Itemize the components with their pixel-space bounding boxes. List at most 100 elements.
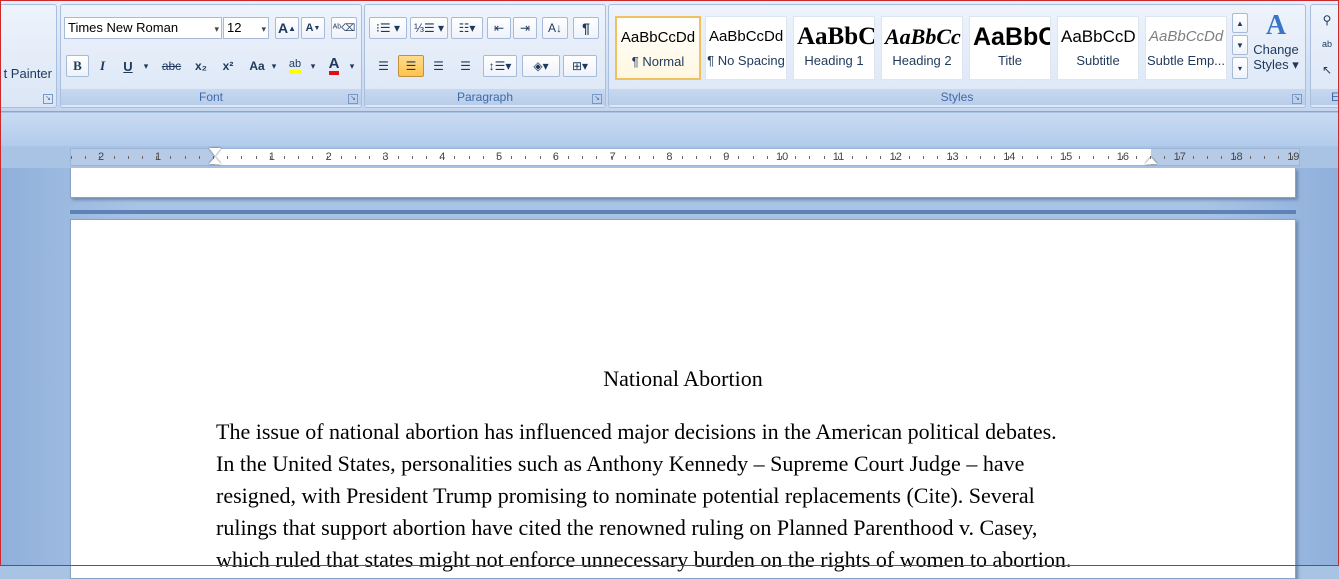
ruler-tick (653, 156, 655, 159)
justify-button[interactable]: ☰ (453, 55, 478, 77)
styles-more[interactable]: ▾ (1232, 57, 1248, 79)
styles-scroll-down[interactable]: ▼ (1232, 35, 1248, 55)
body-line[interactable]: The issue of national abortion has influ… (216, 416, 1166, 448)
body-line[interactable]: which ruled that states might not enforc… (216, 544, 1166, 576)
style-subtle-emphasis[interactable]: AaBbCcDd Subtle Emp... (1145, 16, 1227, 80)
chevron-down-icon[interactable]: ▾ (214, 19, 219, 39)
ruler-tick (127, 156, 129, 159)
align-right-button[interactable]: ☰ (426, 55, 451, 77)
font-group-label: Font (61, 89, 361, 105)
strikethrough-button[interactable]: abc (158, 55, 185, 77)
styles-dialog-launcher[interactable]: ↘ (1292, 94, 1302, 104)
style-heading-1[interactable]: AaBbC Heading 1 (793, 16, 875, 80)
horizontal-ruler[interactable]: 2 1 12345678910111213141516171819 (70, 148, 1300, 166)
paragraph-group-label: Paragraph (365, 89, 605, 105)
styles-scroll-up[interactable]: ▲ (1232, 13, 1248, 33)
ruler-tick (766, 156, 768, 159)
increase-indent-button[interactable]: ⇥ (513, 17, 537, 39)
chevron-down-icon[interactable]: ▾ (261, 19, 266, 39)
ruler-tick (1249, 156, 1251, 159)
italic-button[interactable]: I (91, 55, 114, 77)
style-sample: AaBbCc (885, 24, 961, 49)
ruler-number: 10 (776, 151, 789, 163)
clipboard-dialog-launcher[interactable]: ↘ (43, 94, 53, 104)
shading-button[interactable]: ◈▾ (522, 55, 560, 77)
align-center-button[interactable]: ☰ (398, 55, 424, 77)
first-line-indent-marker[interactable] (209, 148, 221, 156)
change-styles-label-1: Change (1253, 42, 1299, 57)
clipboard-group: t Painter ↘ (0, 4, 57, 108)
font-group: Times New Roman ▾ 12 ▾ A ▲ A ▼ ᴬᵇ⌫ B I U ▾… (60, 4, 362, 108)
ruler-tick (326, 156, 328, 159)
ruler-tick (284, 156, 285, 159)
style-normal[interactable]: AaBbCcDd ¶ Normal (615, 16, 701, 80)
style-name: Heading 2 (892, 53, 952, 68)
body-line[interactable]: resigned, with President Trump promising… (216, 480, 1166, 512)
superscript-button[interactable]: x² (216, 55, 240, 77)
borders-icon: ⊞▾ (571, 59, 589, 73)
style-subtitle[interactable]: AaBbCcD Subtitle (1057, 16, 1139, 80)
font-dialog-launcher[interactable]: ↘ (348, 94, 358, 104)
select-button[interactable]: ↖ (1315, 59, 1339, 81)
style-no-spacing[interactable]: AaBbCcDd ¶ No Spacing (705, 16, 787, 80)
document-body[interactable]: The issue of national abortion has influ… (216, 416, 1166, 576)
font-color-dropdown[interactable]: ▾ (347, 55, 357, 77)
style-sample: AaBbCcD (1061, 27, 1136, 46)
grow-font-button[interactable]: A ▲ (275, 17, 299, 39)
body-line[interactable]: In the United States, personalities such… (216, 448, 1166, 480)
underline-button[interactable]: U (117, 55, 139, 77)
highlight-dropdown[interactable]: ▾ (308, 55, 318, 77)
ruler-tick (1121, 156, 1123, 159)
format-painter-button[interactable]: t Painter (1, 62, 53, 84)
ruler-tick (227, 156, 229, 159)
ruler-tick (1065, 156, 1066, 159)
bold-button[interactable]: B (66, 55, 89, 77)
replace-button[interactable]: ab (1315, 33, 1339, 55)
ruler-tick (85, 156, 87, 159)
subscript-button[interactable]: x₂ (189, 55, 213, 77)
sort-icon: A↓ (547, 21, 562, 35)
ruler-tick (596, 156, 598, 159)
ruler-tick (667, 156, 669, 159)
style-title[interactable]: AaBbC Title (969, 16, 1051, 80)
find-button[interactable]: ⚲ (1315, 9, 1339, 31)
font-name-value: Times New Roman (68, 20, 179, 35)
hanging-indent-marker[interactable] (209, 157, 221, 164)
font-name-combo[interactable]: Times New Roman ▾ (64, 17, 222, 39)
underline-dropdown[interactable]: ▾ (141, 55, 151, 77)
change-styles-button[interactable]: A Change Styles ▾ (1251, 9, 1301, 91)
document-title[interactable]: National Abortion (71, 366, 1295, 392)
align-left-button[interactable]: ☰ (371, 55, 396, 77)
highlight-button[interactable]: ab (282, 55, 308, 77)
change-case-dropdown[interactable]: ▾ (269, 55, 279, 77)
show-marks-button[interactable]: ¶ (573, 17, 599, 39)
style-name: Subtitle (1076, 53, 1120, 68)
style-sample: AaBbCcDd (620, 29, 696, 46)
style-sample: AaBbCcDd (1149, 28, 1224, 45)
numbering-button[interactable]: ⅓☰ ▾ (410, 17, 448, 39)
shrink-font-button[interactable]: A ▼ (301, 17, 325, 39)
font-color-button[interactable]: A (321, 55, 347, 77)
ruler-tick (937, 156, 939, 159)
font-size-combo[interactable]: 12 ▾ (223, 17, 269, 39)
ruler-number: 12 (889, 151, 902, 163)
style-heading-2[interactable]: AaBbCc Heading 2 (881, 16, 963, 80)
clear-formatting-button[interactable]: ᴬᵇ⌫ (331, 17, 357, 39)
ruler-tick (454, 156, 456, 159)
line-spacing-button[interactable]: ↕☰▾ (483, 55, 517, 77)
borders-button[interactable]: ⊞▾ (563, 55, 597, 77)
decrease-indent-button[interactable]: ⇤ (487, 17, 511, 39)
bullets-button[interactable]: ⁝☰ ▾ (369, 17, 407, 39)
sort-button[interactable]: A↓ (542, 17, 568, 39)
multilevel-list-button[interactable]: ☷▾ (451, 17, 483, 39)
ribbon: t Painter ↘ Times New Roman ▾ 12 ▾ A ▲ A ▼… (0, 0, 1339, 112)
body-line[interactable]: rulings that support abortion have cited… (216, 512, 1166, 544)
document-page[interactable]: National Abortion The issue of national … (70, 219, 1296, 579)
ruler-tick (1036, 156, 1038, 159)
paragraph-dialog-launcher[interactable]: ↘ (592, 94, 602, 104)
change-case-button[interactable]: Aa (244, 55, 270, 77)
ruler-tick (795, 156, 797, 159)
ruler-tick (525, 156, 527, 159)
ruler-tick (1263, 156, 1265, 159)
ruler-tick (383, 156, 385, 159)
